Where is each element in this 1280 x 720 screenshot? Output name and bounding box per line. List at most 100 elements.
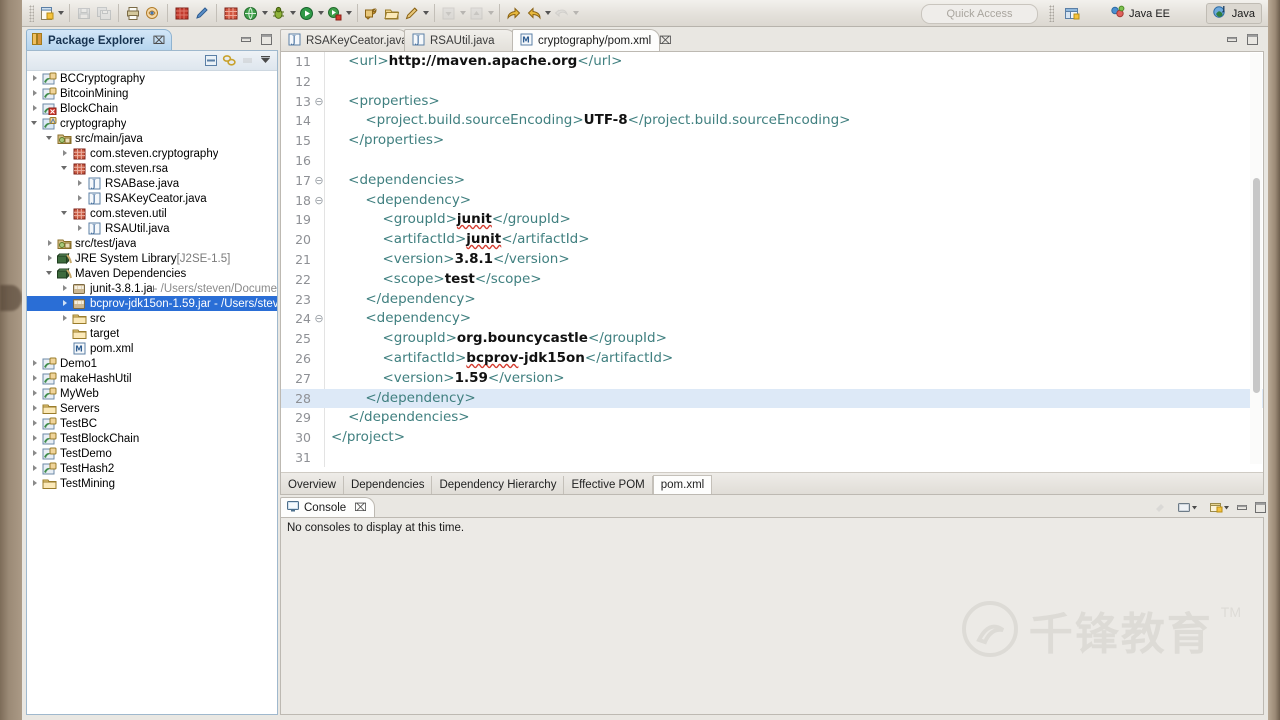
package-explorer-tab[interactable]: Package Explorer ⌧ — [26, 29, 173, 51]
editor-tab[interactable]: J RSAUtil.java — [404, 29, 516, 51]
chevron-right-icon[interactable] — [31, 434, 40, 443]
tree-item[interactable]: com.steven.util — [27, 206, 277, 221]
display-console-caret-icon[interactable] — [1186, 499, 1202, 515]
new-editor-button[interactable] — [402, 3, 422, 23]
tree-item[interactable]: target — [27, 326, 277, 341]
new-java-class-button[interactable] — [172, 3, 192, 23]
code-line[interactable]: 22 <scope>test</scope> — [281, 270, 1263, 290]
close-icon[interactable]: ⌧ — [153, 34, 166, 47]
debug-dropdown-caret[interactable] — [289, 3, 297, 23]
chevron-right-icon[interactable] — [46, 254, 55, 263]
run-button[interactable] — [297, 3, 317, 23]
coverage-button[interactable] — [325, 3, 345, 23]
code-line[interactable]: 24 ⊖ <dependency> — [281, 309, 1263, 329]
code-line[interactable]: 13 ⊖ <properties> — [281, 92, 1263, 112]
next-annotation-dropdown-caret[interactable] — [487, 3, 495, 23]
code-line[interactable]: 14 <project.build.sourceEncoding>UTF-8</… — [281, 111, 1263, 131]
tree-item[interactable]: J RSAKeyCeator.java — [27, 191, 277, 206]
chevron-right-icon[interactable] — [31, 374, 40, 383]
external-tools-button[interactable] — [362, 3, 382, 23]
maximize-editor-button[interactable] — [1244, 31, 1260, 47]
close-icon[interactable]: ⌧ — [354, 501, 367, 514]
open-type-button[interactable] — [143, 3, 163, 23]
code-line[interactable]: 17 ⊖ <dependencies> — [281, 171, 1263, 191]
chevron-right-icon[interactable] — [31, 464, 40, 473]
code-line[interactable]: 27 <version>1.59</version> — [281, 369, 1263, 389]
tree-item[interactable]: Maven Dependencies — [27, 266, 277, 281]
run-dropdown-caret[interactable] — [317, 3, 325, 23]
pom-page-tab[interactable]: Dependency Hierarchy — [432, 476, 565, 494]
tree-item[interactable]: Demo1 — [27, 356, 277, 371]
code-line[interactable]: 30 </project> — [281, 428, 1263, 448]
perspective-java[interactable]: J Java — [1205, 3, 1262, 24]
tree-item[interactable]: src/test/java — [27, 236, 277, 251]
tree-item[interactable]: J RSAUtil.java — [27, 221, 277, 236]
pom-page-tab[interactable]: Effective POM — [564, 476, 653, 494]
tree-item[interactable]: TestBC — [27, 416, 277, 431]
new-package-button[interactable] — [221, 3, 241, 23]
minimize-view-button[interactable] — [238, 31, 254, 47]
chevron-right-icon[interactable] — [31, 449, 40, 458]
code-line[interactable]: 25 <groupId>org.bouncycastle</groupId> — [281, 329, 1263, 349]
chevron-right-icon[interactable] — [31, 359, 40, 368]
tree-item[interactable]: TestMining — [27, 476, 277, 491]
tree-item[interactable]: com.steven.rsa — [27, 161, 277, 176]
chevron-down-icon[interactable] — [31, 119, 40, 128]
chevron-right-icon[interactable] — [31, 479, 40, 488]
chevron-right-icon[interactable] — [76, 224, 85, 233]
tree-item[interactable]: JRE System Library [J2SE-1.5] — [27, 251, 277, 266]
code-line[interactable]: 29 </dependencies> — [281, 408, 1263, 428]
tree-item[interactable]: makeHashUtil — [27, 371, 277, 386]
editor-scrollbar-thumb[interactable] — [1253, 178, 1260, 393]
view-menu-icon[interactable] — [257, 53, 273, 68]
editor-tab[interactable]: Mcryptography/pom.xml ⌧ — [512, 29, 672, 51]
chevron-right-icon[interactable] — [31, 74, 40, 83]
code-line[interactable]: 21 <version>3.8.1</version> — [281, 250, 1263, 270]
code-line[interactable]: 18 ⊖ <dependency> — [281, 191, 1263, 211]
focus-icon[interactable] — [239, 53, 255, 68]
new-editor-dropdown-caret[interactable] — [422, 3, 430, 23]
open-console-caret-icon[interactable] — [1218, 499, 1234, 515]
maximize-console-button[interactable] — [1252, 499, 1268, 515]
open-folder-button[interactable] — [382, 3, 402, 23]
tree-item[interactable]: src/main/java — [27, 131, 277, 146]
fold-collapse-icon[interactable]: ⊖ — [314, 309, 324, 329]
tree-item[interactable]: TestHash2 — [27, 461, 277, 476]
chevron-right-icon[interactable] — [76, 179, 85, 188]
code-line[interactable]: 31 — [281, 448, 1263, 467]
code-editor[interactable]: 11 <url>http://maven.apache.org</url> 12 1… — [281, 52, 1263, 467]
tree-item[interactable]: TestBlockChain — [27, 431, 277, 446]
chevron-right-icon[interactable] — [61, 299, 70, 308]
chevron-right-icon[interactable] — [46, 239, 55, 248]
pom-page-tab[interactable]: pom.xml — [652, 475, 713, 494]
code-line[interactable]: 11 <url>http://maven.apache.org</url> — [281, 52, 1263, 72]
save-all-button[interactable] — [94, 3, 114, 23]
link-with-editor-icon[interactable] — [221, 53, 237, 68]
tree-item[interactable]: src — [27, 311, 277, 326]
tree-item[interactable]: Servers — [27, 401, 277, 416]
chevron-right-icon[interactable] — [61, 284, 70, 293]
chevron-down-icon[interactable] — [46, 269, 55, 278]
chevron-right-icon[interactable] — [61, 314, 70, 323]
tree-item[interactable]: cryptography — [27, 116, 277, 131]
previous-annotation-dropdown-caret[interactable] — [459, 3, 467, 23]
code-line[interactable]: 23 </dependency> — [281, 290, 1263, 310]
tree-item[interactable]: MyWeb — [27, 386, 277, 401]
search-dropdown-caret[interactable] — [261, 3, 269, 23]
chevron-right-icon[interactable] — [31, 104, 40, 113]
pin-console-icon[interactable] — [1152, 499, 1168, 515]
code-line[interactable]: 15 </properties> — [281, 131, 1263, 151]
forward-dropdown-caret[interactable] — [544, 3, 552, 23]
chevron-right-icon[interactable] — [31, 419, 40, 428]
code-line[interactable]: 12 — [281, 72, 1263, 92]
undo-dropdown-caret[interactable] — [572, 3, 580, 23]
tree-item[interactable]: BlockChain — [27, 101, 277, 116]
forward-button[interactable] — [524, 3, 544, 23]
back-button[interactable] — [504, 3, 524, 23]
tree-item-selected[interactable]: bcprov-jdk15on-1.59.jar - /Users/stev — [27, 296, 277, 311]
new-wizard-dropdown-caret[interactable] — [57, 3, 65, 23]
chevron-right-icon[interactable] — [61, 149, 70, 158]
code-line[interactable]: 20 <artifactId>junit</artifactId> — [281, 230, 1263, 250]
tree-item[interactable]: com.steven.cryptography — [27, 146, 277, 161]
tree-item[interactable]: junit-3.8.1.jar - /Users/steven/Docume — [27, 281, 277, 296]
